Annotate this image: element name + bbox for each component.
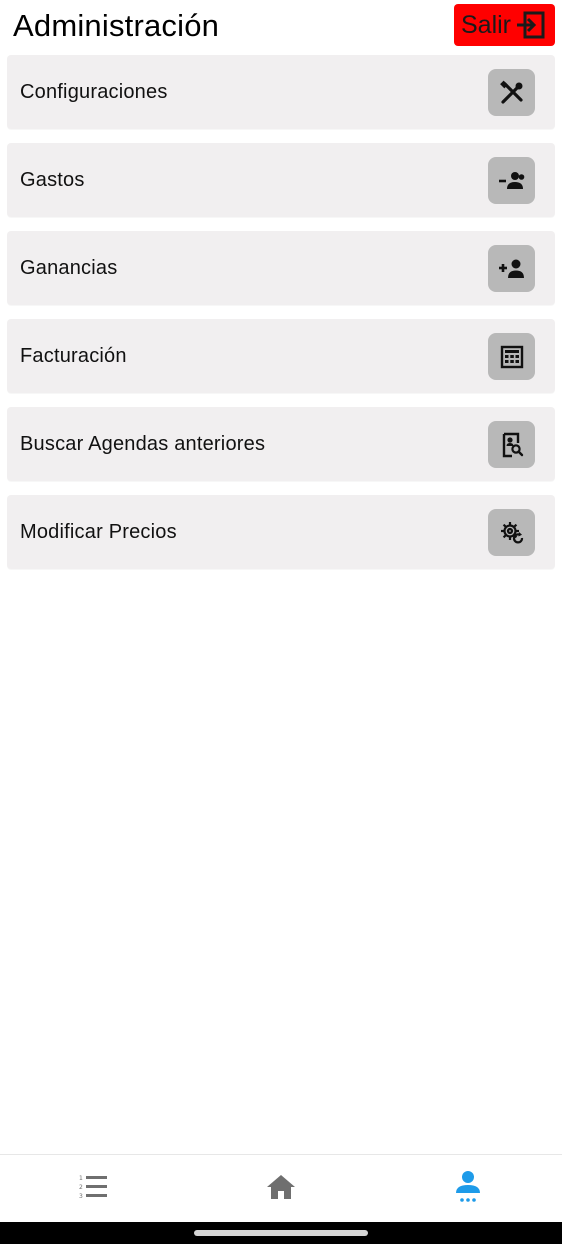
remove-person-icon bbox=[488, 157, 535, 204]
svg-text:2: 2 bbox=[79, 1184, 83, 1191]
menu-item-configuraciones[interactable]: Configuraciones bbox=[7, 55, 555, 129]
admin-menu: Configuraciones Gastos Ganancias Factura… bbox=[7, 55, 555, 583]
system-navigation-bar bbox=[0, 1222, 562, 1244]
home-indicator[interactable] bbox=[194, 1230, 368, 1236]
logout-label: Salir bbox=[461, 10, 512, 39]
tools-icon bbox=[488, 69, 535, 116]
menu-item-label: Configuraciones bbox=[20, 81, 168, 103]
header: Administración Salir bbox=[0, 0, 562, 52]
tab-home[interactable] bbox=[187, 1155, 374, 1223]
tab-account[interactable] bbox=[374, 1155, 561, 1223]
logout-button[interactable]: Salir bbox=[454, 4, 555, 46]
add-person-icon bbox=[488, 245, 535, 292]
page-title: Administración bbox=[13, 8, 220, 43]
svg-text:3: 3 bbox=[79, 1193, 83, 1200]
menu-item-facturacion[interactable]: Facturación bbox=[7, 319, 555, 393]
menu-item-ganancias[interactable]: Ganancias bbox=[7, 231, 555, 305]
menu-item-label: Modificar Precios bbox=[20, 521, 177, 543]
contact-search-icon bbox=[488, 421, 535, 468]
menu-item-modificar-precios[interactable]: Modificar Precios bbox=[7, 495, 555, 569]
menu-item-label: Gastos bbox=[20, 169, 85, 191]
menu-item-gastos[interactable]: Gastos bbox=[7, 143, 555, 217]
tab-list[interactable]: 1 2 3 bbox=[0, 1155, 187, 1223]
bottom-nav: 1 2 3 bbox=[0, 1154, 562, 1222]
calculator-icon bbox=[488, 333, 535, 380]
admin-screen: Administración Salir Configuraciones Gas… bbox=[0, 0, 562, 1244]
exit-icon bbox=[515, 11, 545, 39]
gear-refresh-icon bbox=[488, 509, 535, 556]
home-icon bbox=[266, 1174, 296, 1205]
menu-item-label: Buscar Agendas anteriores bbox=[20, 433, 266, 455]
numbered-list-icon: 1 2 3 bbox=[79, 1174, 109, 1205]
menu-item-label: Ganancias bbox=[20, 257, 118, 279]
menu-item-buscar-agendas[interactable]: Buscar Agendas anteriores bbox=[7, 407, 555, 481]
svg-text:1: 1 bbox=[79, 1175, 83, 1182]
menu-item-label: Facturación bbox=[20, 345, 127, 367]
account-icon bbox=[453, 1170, 483, 1209]
